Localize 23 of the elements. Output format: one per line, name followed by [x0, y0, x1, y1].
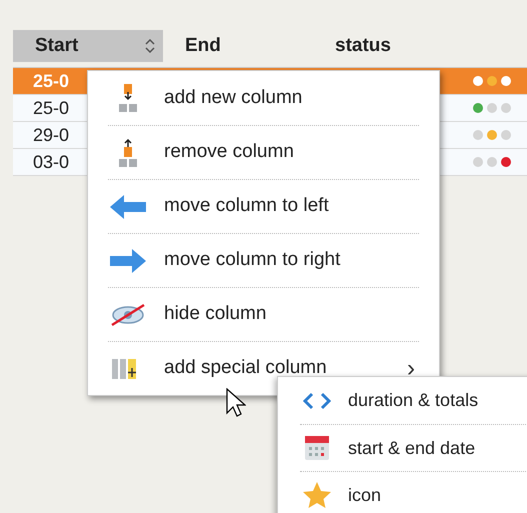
menu-item[interactable]: move column to left: [108, 179, 419, 233]
date-text: 03-0: [33, 150, 70, 174]
menu-item[interactable]: remove column: [108, 125, 419, 179]
remove-column-icon: [118, 138, 138, 166]
right-arrow-icon: [110, 248, 146, 272]
date-text: 29-0: [33, 124, 70, 146]
menu-item[interactable]: hide column: [108, 287, 419, 341]
left-arrow-icon: [110, 194, 146, 218]
star-icon: [303, 482, 331, 508]
add-column-icon: [118, 84, 138, 112]
column-header[interactable]: Start: [13, 30, 163, 62]
code-brackets-icon: [303, 392, 331, 410]
menu-item[interactable]: move column to right: [108, 233, 419, 287]
date-text: 25-0: [33, 70, 70, 92]
menu-item[interactable]: start & end date: [300, 424, 527, 471]
sort-icon: [145, 39, 155, 53]
column-header[interactable]: status: [313, 30, 463, 62]
menu-item[interactable]: icon: [300, 471, 527, 513]
calendar-icon: [304, 435, 330, 461]
menu-item[interactable]: add new column: [108, 71, 419, 125]
crossed-eye-icon: [110, 302, 146, 326]
column-header[interactable]: End: [163, 30, 313, 62]
date-text: 25-0: [33, 96, 70, 120]
